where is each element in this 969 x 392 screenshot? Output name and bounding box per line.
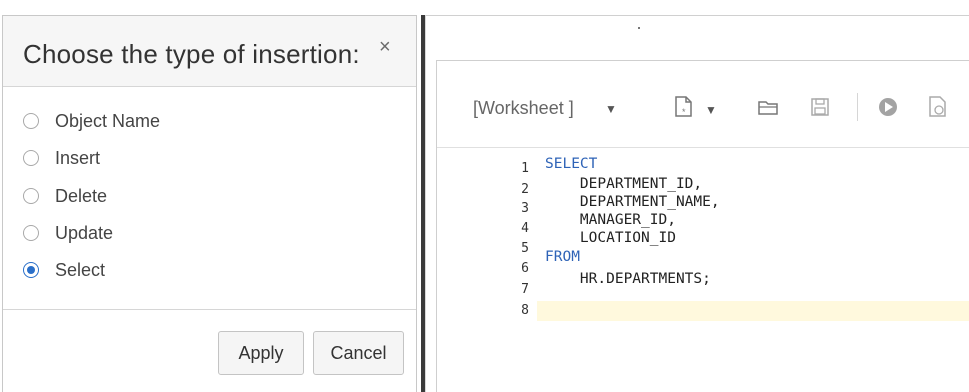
radio-object-name[interactable] [23,113,39,129]
toolbar-divider [857,93,858,121]
option-label: Select [55,260,106,280]
caret-down-icon: ▼ [605,102,617,116]
radio-insert[interactable] [23,150,39,166]
dialog-footer: Apply Cancel [3,309,416,392]
dialog-title: Choose the type of insertion: [23,39,360,69]
option-update[interactable]: Update [23,223,223,247]
sql-editor[interactable]: 1 2 3 4 5 6 7 8 SELECT DEPARTMENT_ID, DE… [437,148,969,392]
line-number: 6 [521,261,529,276]
option-delete[interactable]: Delete [23,186,223,210]
line-number: 8 [521,303,529,318]
option-label: Delete [55,186,108,206]
svg-text:*: * [682,107,686,117]
option-label: Object Name [55,111,161,131]
worksheet-selector-label: [Worksheet ] [473,98,574,118]
line-number: 7 [521,282,529,297]
panel-divider-edge [425,15,426,392]
code-line: MANAGER_ID, [545,212,676,228]
code-line-keyword: FROM [545,249,580,265]
new-file-caret-icon[interactable]: ▼ [705,103,717,117]
run-icon[interactable] [877,95,899,119]
new-file-icon[interactable]: * [673,95,695,119]
worksheet-toolbar: [Worksheet ] ▼ * ▼ [437,61,969,148]
line-number: 1 [521,161,529,176]
code-line: LOCATION_ID [545,230,676,246]
apply-button[interactable]: Apply [218,331,304,375]
option-insert[interactable]: Insert [23,148,223,172]
radio-delete[interactable] [23,188,39,204]
dialog-header: Choose the type of insertion: × [3,16,416,87]
radio-update[interactable] [23,225,39,241]
option-select[interactable]: Select [23,260,223,284]
cancel-button[interactable]: Cancel [313,331,404,375]
close-icon[interactable]: × [379,36,391,59]
worksheet-panel: [Worksheet ] ▼ * ▼ 1 2 3 4 5 6 7 8 SELEC… [436,60,969,392]
top-border [426,15,969,16]
code-line: HR.DEPARTMENTS; [545,271,711,287]
dot-marker [638,27,640,29]
code-line: DEPARTMENT_NAME, [545,194,720,210]
open-folder-icon[interactable] [757,95,779,119]
radio-select[interactable] [23,262,39,278]
line-number: 2 [521,182,529,197]
option-object-name[interactable]: Object Name [23,111,223,135]
run-script-icon[interactable] [927,95,949,119]
line-number: 5 [521,241,529,256]
current-line-highlight [537,301,969,321]
line-number-gutter: 1 2 3 4 5 6 7 8 [437,148,537,392]
save-icon[interactable] [809,95,831,119]
option-label: Update [55,223,114,243]
line-number: 3 [521,201,529,216]
code-line: DEPARTMENT_ID, [545,176,703,192]
insertion-type-dialog: Choose the type of insertion: × Object N… [2,15,417,392]
worksheet-selector[interactable]: [Worksheet ] ▼ [473,98,617,119]
code-line-keyword: SELECT [545,156,598,172]
line-number: 4 [521,221,529,236]
option-label: Insert [55,148,101,168]
